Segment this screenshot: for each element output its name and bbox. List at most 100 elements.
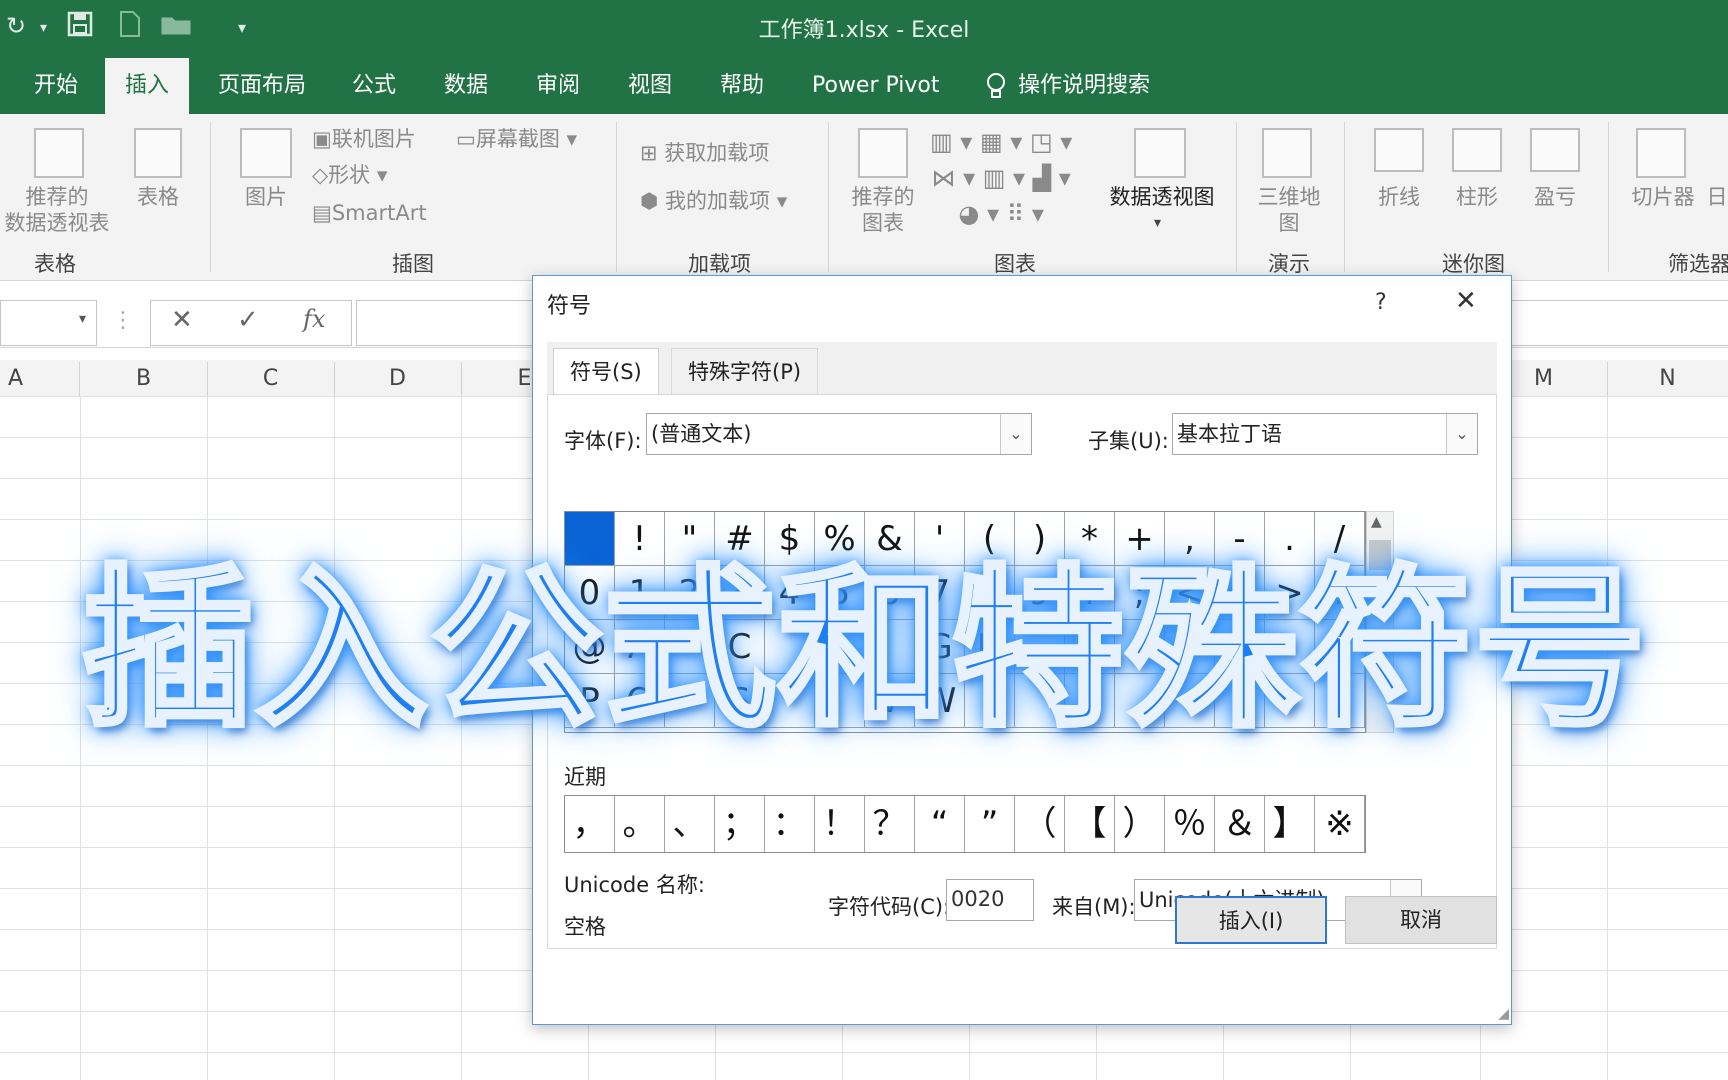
cancel-button[interactable]: 取消 (1345, 896, 1497, 944)
recent-symbol-cell[interactable]: ” (965, 796, 1015, 852)
recent-symbol-cell[interactable]: ＆ (1215, 796, 1265, 852)
help-button[interactable]: ? (1375, 290, 1387, 315)
tab-home[interactable]: 开始 (22, 66, 90, 114)
online-picture-icon: ▣ (312, 127, 332, 151)
sparkline-line-icon (1374, 128, 1424, 172)
column-header-a[interactable]: A (0, 362, 80, 396)
recent-symbol-cell[interactable]: （ (1015, 796, 1065, 852)
formula-buttons: ✕ ✓ fx (150, 300, 352, 346)
insert-button[interactable]: 插入(I) (1175, 896, 1327, 944)
table-icon (134, 128, 182, 178)
table-button[interactable]: 表格 (130, 184, 186, 210)
unicode-name-label: Unicode 名称: (564, 873, 705, 897)
smartart-button[interactable]: ▤SmartArt (312, 200, 427, 226)
tab-special-characters[interactable]: 特殊字符(P) (671, 348, 819, 395)
font-label: 字体(F): (564, 429, 642, 453)
group-separator (1344, 122, 1345, 272)
sparkline-column-icon (1452, 128, 1502, 172)
recommended-chart-icon (858, 128, 908, 178)
chart-type-icons[interactable]: ▥ ▾ ▦ ▾ ◳ ▾ ⋈ ▾ ▥ ▾ ▟ ▾ ◕ ▾ ⠿ ▾ (930, 124, 1072, 232)
insert-function-icon[interactable]: fx (303, 305, 325, 333)
tab-symbols[interactable]: 符号(S) (553, 348, 659, 395)
tab-power-pivot[interactable]: Power Pivot (800, 66, 952, 114)
screenshot-label: 屏幕截图 (475, 127, 560, 151)
recent-symbol-cell[interactable]: ） (1115, 796, 1165, 852)
recent-symbol-cell[interactable]: “ (915, 796, 965, 852)
column-header-b[interactable]: B (80, 362, 208, 396)
recent-symbol-cell[interactable]: ： (765, 796, 815, 852)
smartart-icon: ▤ (312, 201, 332, 225)
menu-bar: 开始 插入 页面布局 公式 数据 审阅 视图 帮助 Power Pivot 操作… (0, 54, 1728, 114)
font-select[interactable]: (普通文本) ⌄ (646, 413, 1032, 455)
timeline-button[interactable]: 日 (1706, 184, 1728, 210)
get-addins-button[interactable]: ⊞ 获取加载项 (640, 140, 769, 166)
pivot-chart-button[interactable]: 数据透视图 (1102, 184, 1222, 210)
picture-icon (240, 128, 292, 178)
3d-map-button[interactable]: 三维地 图 (1252, 184, 1326, 236)
tab-view[interactable]: 视图 (616, 66, 684, 114)
shapes-label: 形状 (328, 163, 371, 187)
tab-review[interactable]: 审阅 (524, 66, 592, 114)
recent-symbol-cell[interactable]: 】 (1265, 796, 1315, 852)
recent-symbol-cell[interactable]: ？ (865, 796, 915, 852)
my-addins-button[interactable]: ⬢ 我的加载项 ▾ (640, 188, 787, 214)
screenshot-button[interactable]: ▭屏幕截图 ▾ (456, 126, 577, 152)
tab-formulas[interactable]: 公式 (340, 66, 408, 114)
column-header-d[interactable]: D (334, 362, 462, 396)
enter-entry-icon[interactable]: ✓ (237, 305, 259, 335)
tab-insert[interactable]: 插入 (105, 58, 190, 114)
window-title: 工作簿1.xlsx - Excel (758, 18, 970, 43)
resize-grip-icon[interactable]: ◢ (1498, 1006, 1509, 1022)
close-icon[interactable]: ✕ (1455, 286, 1477, 316)
sparkline-line-button[interactable]: 折线 (1374, 184, 1424, 210)
slicer-button[interactable]: 切片器 (1626, 184, 1700, 210)
recent-symbol-cell[interactable]: ％ (1165, 796, 1215, 852)
recent-symbol-cell[interactable]: ※ (1315, 796, 1365, 852)
group-separator (1608, 122, 1609, 272)
column-header-c[interactable]: C (207, 362, 335, 396)
chevron-down-icon[interactable]: ⌄ (1446, 414, 1477, 454)
shapes-button[interactable]: ◇形状 ▾ (312, 162, 387, 188)
font-select-value: (普通文本) (651, 422, 752, 446)
from-label: 来自(M): (1052, 895, 1136, 919)
column-header-n[interactable]: N (1607, 362, 1728, 396)
shapes-icon: ◇ (312, 163, 329, 187)
subset-label: 子集(U): (1088, 429, 1169, 453)
cancel-entry-icon[interactable]: ✕ (171, 305, 193, 335)
recent-symbol-cell[interactable]: 【 (1065, 796, 1115, 852)
online-picture-label: 联机图片 (331, 127, 416, 151)
online-picture-button[interactable]: ▣联机图片 (312, 126, 416, 152)
tab-page-layout[interactable]: 页面布局 (206, 66, 318, 114)
group-separator (828, 122, 829, 272)
ribbon: 推荐的 数据透视表 表格 表格 图片 ▣联机图片 ◇形状 ▾ ▤SmartArt… (0, 114, 1728, 281)
char-code-input[interactable]: 0020 (946, 879, 1034, 921)
chevron-down-icon[interactable]: ▾ (1154, 210, 1161, 236)
picture-button[interactable]: 图片 (236, 184, 296, 210)
tab-data[interactable]: 数据 (432, 66, 500, 114)
sparkline-winloss-button[interactable]: 盈亏 (1530, 184, 1580, 210)
recommended-pivot-button[interactable]: 推荐的 数据透视表 (0, 184, 114, 236)
title-bar: ↻ ▾ ▾ 工作簿1.xlsx - Excel (0, 0, 1728, 54)
recent-symbol-cell[interactable]: 。 (615, 796, 665, 852)
recent-symbol-cell[interactable]: 、 (665, 796, 715, 852)
splitter-handle[interactable]: ⋮ (112, 308, 134, 333)
subset-select[interactable]: 基本拉丁语 ⌄ (1172, 413, 1478, 455)
recent-symbol-cell[interactable]: ； (715, 796, 765, 852)
name-box[interactable]: ▾ (0, 300, 97, 346)
sparkline-winloss-icon (1530, 128, 1580, 172)
group-label-filters: 筛选器 (1668, 252, 1728, 276)
sparkline-column-button[interactable]: 柱形 (1452, 184, 1502, 210)
group-separator (210, 122, 211, 272)
pivot-chart-icon (1134, 128, 1186, 178)
group-label-tables: 表格 (34, 252, 76, 276)
dialog-title: 符号 (547, 294, 592, 319)
recent-symbol-cell[interactable]: ， (565, 796, 615, 852)
tab-help[interactable]: 帮助 (708, 66, 776, 114)
pivot-table-icon (34, 128, 84, 178)
chevron-down-icon[interactable]: ⌄ (1000, 414, 1031, 454)
chevron-down-icon[interactable]: ▾ (79, 311, 86, 327)
scroll-up-icon[interactable]: ▲ (1371, 514, 1382, 530)
tell-me-search[interactable]: 操作说明搜索 (1006, 66, 1162, 114)
recommended-chart-button[interactable]: 推荐的 图表 (846, 184, 920, 236)
recent-symbol-cell[interactable]: ！ (815, 796, 865, 852)
